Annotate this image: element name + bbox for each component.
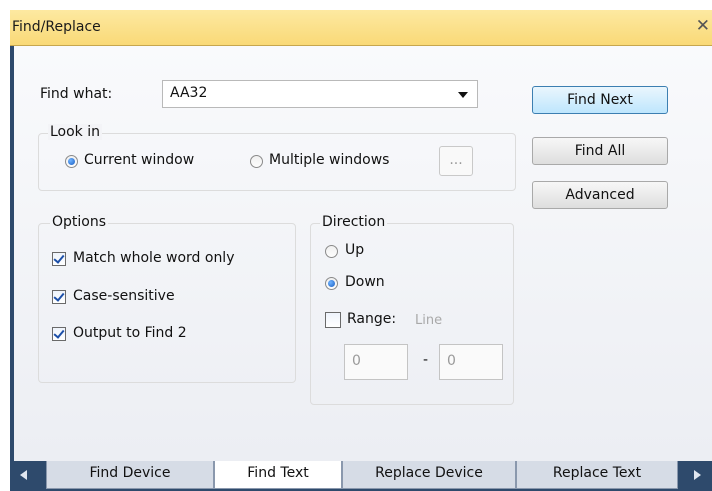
direction-down-radio[interactable] — [325, 277, 338, 290]
look-in-legend: Look in — [48, 124, 103, 140]
case-sensitive-checkbox[interactable] — [52, 290, 66, 304]
direction-down-label[interactable]: Down — [345, 274, 385, 290]
find-all-button[interactable]: Find All — [532, 137, 668, 165]
find-what-combobox[interactable]: AA32 — [162, 80, 478, 108]
dialog-body: Find what: AA32 Look in Current window M… — [14, 46, 712, 461]
tab-replace-text[interactable]: Replace Text — [516, 461, 678, 489]
range-label[interactable]: Range: — [347, 311, 396, 327]
scroll-right-icon[interactable] — [694, 470, 701, 480]
range-from-input[interactable]: 0 — [344, 344, 408, 380]
window-title: Find/Replace — [12, 19, 101, 35]
range-checkbox[interactable] — [325, 312, 341, 328]
find-replace-window: Find/Replace ✕ Find what: AA32 Look in C… — [10, 10, 712, 491]
multiple-windows-radio[interactable] — [250, 155, 263, 168]
direction-legend: Direction — [320, 214, 388, 230]
range-separator: - — [423, 352, 429, 368]
tab-replace-device[interactable]: Replace Device — [342, 461, 516, 489]
close-icon[interactable]: ✕ — [696, 16, 710, 36]
find-next-button[interactable]: Find Next — [532, 86, 668, 114]
title-bar[interactable]: Find/Replace ✕ — [10, 10, 712, 46]
browse-windows-button[interactable]: ... — [439, 146, 473, 176]
range-unit-label: Line — [415, 313, 443, 328]
chevron-down-icon[interactable] — [458, 92, 468, 98]
find-what-label: Find what: — [40, 86, 113, 102]
case-sensitive-label[interactable]: Case-sensitive — [73, 288, 175, 304]
advanced-button[interactable]: Advanced — [532, 181, 668, 209]
find-what-value: AA32 — [170, 85, 208, 101]
scroll-left-icon[interactable] — [20, 470, 27, 480]
match-whole-word-label[interactable]: Match whole word only — [73, 250, 235, 266]
tab-find-device[interactable]: Find Device — [46, 461, 214, 489]
output-to-find2-checkbox[interactable] — [52, 327, 66, 341]
range-to-input[interactable]: 0 — [439, 344, 503, 380]
options-legend: Options — [50, 214, 109, 230]
tab-find-text[interactable]: Find Text — [214, 461, 342, 489]
multiple-windows-label[interactable]: Multiple windows — [269, 152, 389, 168]
output-to-find2-label[interactable]: Output to Find 2 — [73, 325, 187, 341]
direction-up-label[interactable]: Up — [345, 242, 364, 258]
current-window-radio[interactable] — [65, 155, 78, 168]
match-whole-word-checkbox[interactable] — [52, 252, 66, 266]
current-window-label[interactable]: Current window — [84, 152, 194, 168]
direction-up-radio[interactable] — [325, 245, 338, 258]
tab-bar: Find Device Find Text Replace Device Rep… — [10, 461, 712, 491]
